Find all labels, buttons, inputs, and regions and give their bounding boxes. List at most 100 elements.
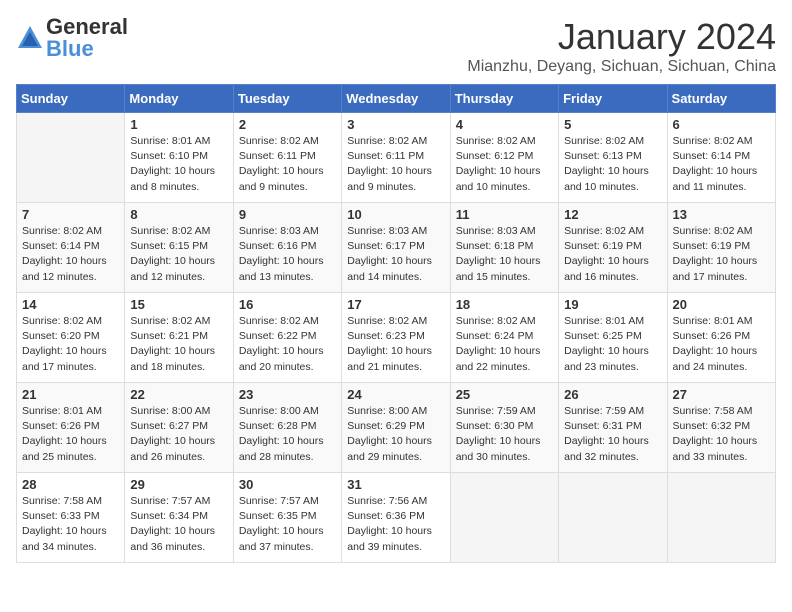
calendar-cell — [667, 473, 775, 563]
day-number: 19 — [564, 297, 661, 312]
day-info: Sunrise: 8:00 AMSunset: 6:28 PMDaylight:… — [239, 404, 336, 465]
day-info: Sunrise: 7:59 AMSunset: 6:30 PMDaylight:… — [456, 404, 553, 465]
calendar-cell: 27 Sunrise: 7:58 AMSunset: 6:32 PMDayligh… — [667, 383, 775, 473]
day-number: 16 — [239, 297, 336, 312]
day-info: Sunrise: 8:02 AMSunset: 6:13 PMDaylight:… — [564, 134, 661, 195]
calendar-cell: 25 Sunrise: 7:59 AMSunset: 6:30 PMDayligh… — [450, 383, 558, 473]
weekday-header-thursday: Thursday — [450, 85, 558, 113]
weekday-header-monday: Monday — [125, 85, 233, 113]
logo-icon — [16, 24, 44, 52]
day-info: Sunrise: 8:00 AMSunset: 6:27 PMDaylight:… — [130, 404, 227, 465]
day-info: Sunrise: 8:02 AMSunset: 6:14 PMDaylight:… — [22, 224, 119, 285]
day-number: 20 — [673, 297, 770, 312]
day-info: Sunrise: 8:02 AMSunset: 6:21 PMDaylight:… — [130, 314, 227, 375]
day-info: Sunrise: 8:02 AMSunset: 6:11 PMDaylight:… — [239, 134, 336, 195]
day-info: Sunrise: 8:02 AMSunset: 6:15 PMDaylight:… — [130, 224, 227, 285]
location: Mianzhu, Deyang, Sichuan, Sichuan, China — [467, 58, 776, 76]
day-info: Sunrise: 8:02 AMSunset: 6:14 PMDaylight:… — [673, 134, 770, 195]
calendar-cell: 7Sunrise: 8:02 AMSunset: 6:14 PMDaylight… — [17, 203, 125, 293]
day-info: Sunrise: 8:02 AMSunset: 6:19 PMDaylight:… — [564, 224, 661, 285]
weekday-header-tuesday: Tuesday — [233, 85, 341, 113]
day-info: Sunrise: 8:02 AMSunset: 6:20 PMDaylight:… — [22, 314, 119, 375]
day-number: 30 — [239, 477, 336, 492]
week-row-4: 21 Sunrise: 8:01 AMSunset: 6:26 PMDayligh… — [17, 383, 776, 473]
day-info: Sunrise: 7:57 AMSunset: 6:34 PMDaylight:… — [130, 494, 227, 555]
calendar-cell: 3 Sunrise: 8:02 AMSunset: 6:11 PMDaylight… — [342, 113, 450, 203]
calendar-cell: 14 Sunrise: 8:02 AMSunset: 6:20 PMDayligh… — [17, 293, 125, 383]
calendar-cell: 8 Sunrise: 8:02 AMSunset: 6:15 PMDaylight… — [125, 203, 233, 293]
day-number: 18 — [456, 297, 553, 312]
day-number: 10 — [347, 207, 444, 222]
weekday-header-friday: Friday — [559, 85, 667, 113]
day-info: Sunrise: 8:03 AMSunset: 6:16 PMDaylight:… — [239, 224, 336, 285]
day-info: Sunrise: 8:01 AMSunset: 6:10 PMDaylight:… — [130, 134, 227, 195]
week-row-1: 1 Sunrise: 8:01 AMSunset: 6:10 PMDaylight… — [17, 113, 776, 203]
calendar-cell: 30 Sunrise: 7:57 AMSunset: 6:35 PMDayligh… — [233, 473, 341, 563]
calendar-cell: 20Sunrise: 8:01 AMSunset: 6:26 PMDayligh… — [667, 293, 775, 383]
calendar-cell: 21 Sunrise: 8:01 AMSunset: 6:26 PMDayligh… — [17, 383, 125, 473]
weekday-header-saturday: Saturday — [667, 85, 775, 113]
day-number: 21 — [22, 387, 119, 402]
day-number: 2 — [239, 117, 336, 132]
calendar-cell: 19 Sunrise: 8:01 AMSunset: 6:25 PMDayligh… — [559, 293, 667, 383]
day-number: 17 — [347, 297, 444, 312]
day-info: Sunrise: 8:02 AMSunset: 6:11 PMDaylight:… — [347, 134, 444, 195]
day-number: 11 — [456, 207, 553, 222]
calendar-cell: 4Sunrise: 8:02 AMSunset: 6:12 PMDaylight… — [450, 113, 558, 203]
weekday-header-sunday: Sunday — [17, 85, 125, 113]
day-info: Sunrise: 8:02 AMSunset: 6:22 PMDaylight:… — [239, 314, 336, 375]
month-title: January 2024 — [467, 16, 776, 58]
day-info: Sunrise: 7:56 AMSunset: 6:36 PMDaylight:… — [347, 494, 444, 555]
calendar-cell: 16 Sunrise: 8:02 AMSunset: 6:22 PMDayligh… — [233, 293, 341, 383]
calendar-cell: 6 Sunrise: 8:02 AMSunset: 6:14 PMDaylight… — [667, 113, 775, 203]
day-info: Sunrise: 7:57 AMSunset: 6:35 PMDaylight:… — [239, 494, 336, 555]
day-number: 5 — [564, 117, 661, 132]
calendar-cell: 29 Sunrise: 7:57 AMSunset: 6:34 PMDayligh… — [125, 473, 233, 563]
day-info: Sunrise: 7:59 AMSunset: 6:31 PMDaylight:… — [564, 404, 661, 465]
calendar-cell: 15Sunrise: 8:02 AMSunset: 6:21 PMDayligh… — [125, 293, 233, 383]
title-block: January 2024 Mianzhu, Deyang, Sichuan, S… — [467, 16, 776, 76]
logo-general-text: General — [46, 16, 128, 38]
day-number: 12 — [564, 207, 661, 222]
day-info: Sunrise: 8:02 AMSunset: 6:19 PMDaylight:… — [673, 224, 770, 285]
day-info: Sunrise: 8:02 AMSunset: 6:12 PMDaylight:… — [456, 134, 553, 195]
calendar-cell: 13 Sunrise: 8:02 AMSunset: 6:19 PMDayligh… — [667, 203, 775, 293]
day-number: 29 — [130, 477, 227, 492]
day-number: 1 — [130, 117, 227, 132]
calendar-cell: 31Sunrise: 7:56 AMSunset: 6:36 PMDayligh… — [342, 473, 450, 563]
day-info: Sunrise: 8:00 AMSunset: 6:29 PMDaylight:… — [347, 404, 444, 465]
calendar-cell — [17, 113, 125, 203]
calendar-cell: 26Sunrise: 7:59 AMSunset: 6:31 PMDayligh… — [559, 383, 667, 473]
day-number: 14 — [22, 297, 119, 312]
day-number: 24 — [347, 387, 444, 402]
weekday-header-wednesday: Wednesday — [342, 85, 450, 113]
calendar-cell: 10 Sunrise: 8:03 AMSunset: 6:17 PMDayligh… — [342, 203, 450, 293]
weekday-header-row: SundayMondayTuesdayWednesdayThursdayFrid… — [17, 85, 776, 113]
calendar-cell — [559, 473, 667, 563]
day-info: Sunrise: 8:03 AMSunset: 6:18 PMDaylight:… — [456, 224, 553, 285]
week-row-2: 7Sunrise: 8:02 AMSunset: 6:14 PMDaylight… — [17, 203, 776, 293]
day-number: 3 — [347, 117, 444, 132]
calendar-table: SundayMondayTuesdayWednesdayThursdayFrid… — [16, 84, 776, 563]
logo-blue-text: Blue — [46, 38, 128, 60]
day-info: Sunrise: 7:58 AMSunset: 6:32 PMDaylight:… — [673, 404, 770, 465]
day-number: 9 — [239, 207, 336, 222]
day-number: 8 — [130, 207, 227, 222]
day-info: Sunrise: 7:58 AMSunset: 6:33 PMDaylight:… — [22, 494, 119, 555]
day-info: Sunrise: 8:03 AMSunset: 6:17 PMDaylight:… — [347, 224, 444, 285]
calendar-cell: 23Sunrise: 8:00 AMSunset: 6:28 PMDayligh… — [233, 383, 341, 473]
day-info: Sunrise: 8:01 AMSunset: 6:26 PMDaylight:… — [22, 404, 119, 465]
day-number: 28 — [22, 477, 119, 492]
day-number: 25 — [456, 387, 553, 402]
day-number: 6 — [673, 117, 770, 132]
week-row-3: 14 Sunrise: 8:02 AMSunset: 6:20 PMDayligh… — [17, 293, 776, 383]
calendar-cell: 18Sunrise: 8:02 AMSunset: 6:24 PMDayligh… — [450, 293, 558, 383]
calendar-cell: 5 Sunrise: 8:02 AMSunset: 6:13 PMDaylight… — [559, 113, 667, 203]
calendar-cell: 11 Sunrise: 8:03 AMSunset: 6:18 PMDayligh… — [450, 203, 558, 293]
day-number: 27 — [673, 387, 770, 402]
day-info: Sunrise: 8:01 AMSunset: 6:25 PMDaylight:… — [564, 314, 661, 375]
day-number: 22 — [130, 387, 227, 402]
day-number: 13 — [673, 207, 770, 222]
calendar-cell: 22 Sunrise: 8:00 AMSunset: 6:27 PMDayligh… — [125, 383, 233, 473]
week-row-5: 28 Sunrise: 7:58 AMSunset: 6:33 PMDayligh… — [17, 473, 776, 563]
